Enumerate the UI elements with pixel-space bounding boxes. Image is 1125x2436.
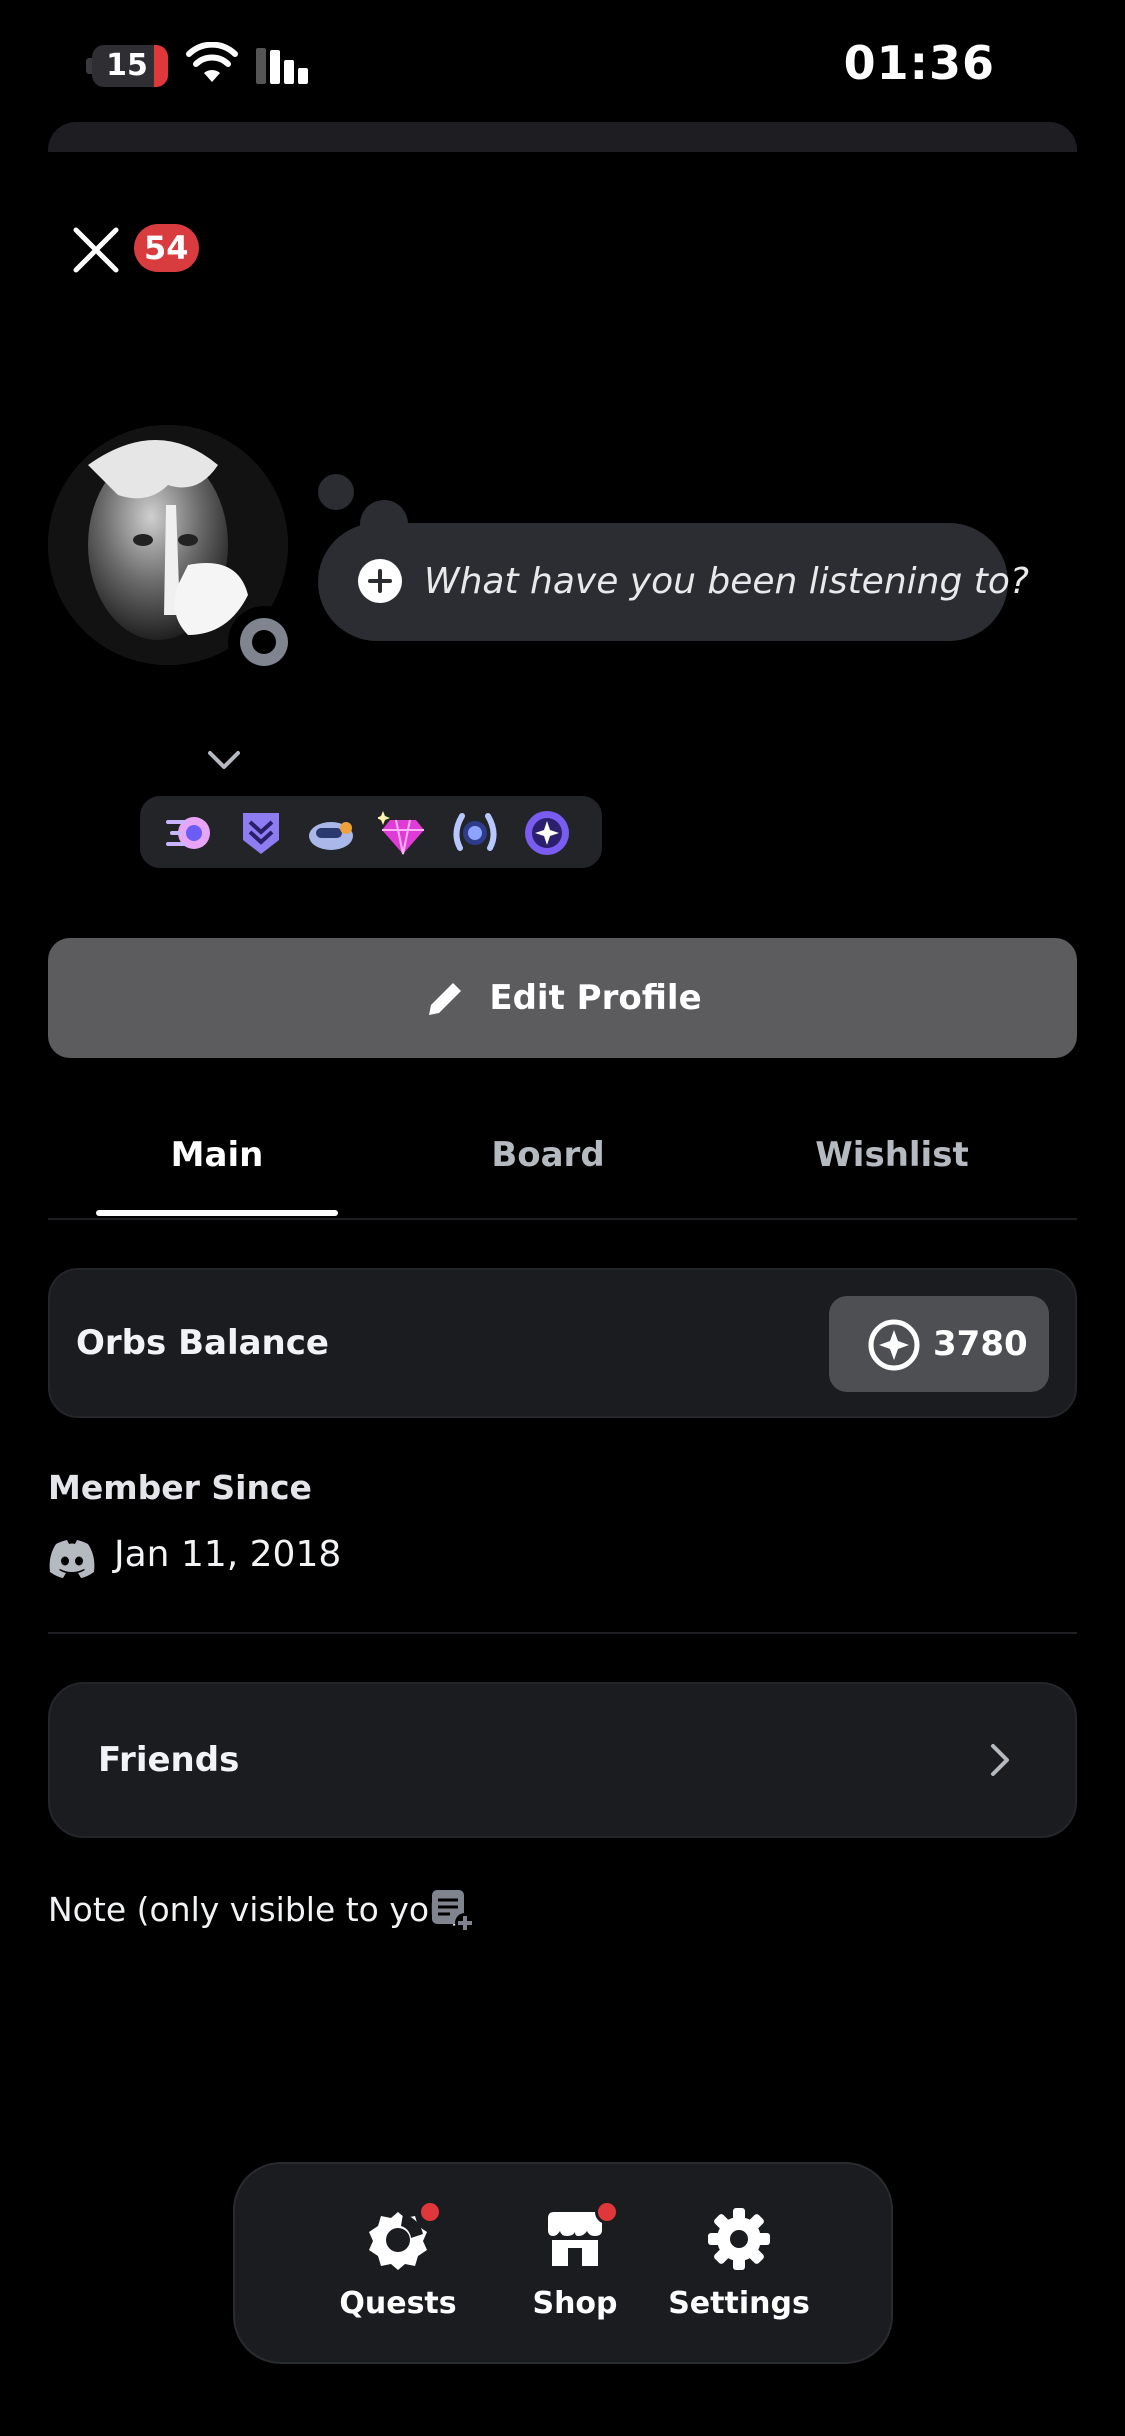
tabs-divider bbox=[48, 1218, 1077, 1220]
chevron-down-icon[interactable] bbox=[204, 745, 244, 775]
note-label: Note (only visible to you) bbox=[48, 1890, 463, 1929]
nitro-badge-icon[interactable] bbox=[164, 808, 214, 858]
orbs-balance-pill[interactable]: 3780 bbox=[829, 1296, 1049, 1392]
status-bar: 15 01:36 bbox=[0, 0, 1125, 130]
battery-level: 15 bbox=[106, 48, 148, 83]
orbs-balance-value: 3780 bbox=[933, 1324, 1028, 1364]
gear-icon bbox=[708, 2208, 770, 2270]
orb-icon bbox=[868, 1319, 920, 1371]
nav-shop-label: Shop bbox=[532, 2286, 618, 2321]
nav-quests-label: Quests bbox=[339, 2286, 457, 2321]
orbs-balance-card[interactable]: Orbs Balance 3780 bbox=[48, 1268, 1077, 1418]
nav-shop[interactable]: Shop bbox=[495, 2164, 655, 2362]
edit-profile-button[interactable]: Edit Profile bbox=[48, 938, 1077, 1058]
member-since-label: Member Since bbox=[48, 1468, 312, 1507]
profile-badges bbox=[140, 796, 602, 868]
custom-status-bubble[interactable]: What have you been listening to? bbox=[318, 523, 1029, 641]
tab-wishlist[interactable]: Wishlist bbox=[782, 1100, 1002, 1210]
member-since-date: Jan 11, 2018 bbox=[114, 1534, 342, 1575]
friends-row[interactable]: Friends bbox=[48, 1682, 1077, 1838]
tab-board[interactable]: Board bbox=[448, 1100, 648, 1210]
add-status-icon bbox=[358, 559, 402, 603]
bottom-navigation: Quests Shop Settings bbox=[233, 2162, 893, 2364]
laurel-badge-icon[interactable] bbox=[450, 808, 500, 858]
shop-notification-dot bbox=[595, 2200, 619, 2224]
pencil-icon bbox=[429, 978, 466, 1015]
quests-notification-dot bbox=[418, 2200, 442, 2224]
nav-settings[interactable]: Settings bbox=[659, 2164, 819, 2362]
orbs-balance-label: Orbs Balance bbox=[76, 1323, 329, 1363]
section-divider bbox=[48, 1632, 1077, 1634]
quest-badge-icon[interactable] bbox=[306, 808, 356, 858]
close-icon[interactable] bbox=[68, 222, 124, 278]
chevron-right-icon bbox=[991, 1744, 1009, 1776]
friends-label: Friends bbox=[98, 1740, 240, 1780]
discord-logo-icon bbox=[49, 1540, 95, 1578]
edit-profile-label: Edit Profile bbox=[489, 978, 702, 1018]
nav-quests[interactable]: Quests bbox=[318, 2164, 478, 2362]
cellular-signal-icon bbox=[256, 48, 316, 84]
wifi-icon bbox=[186, 42, 238, 82]
hypesquad-badge-icon[interactable] bbox=[236, 808, 286, 858]
battery-icon: 15 bbox=[86, 45, 168, 87]
profile-page: 15 01:36 54 What have you been listening… bbox=[0, 0, 1125, 2436]
notification-count-badge: 54 bbox=[134, 224, 199, 272]
active-tab-indicator bbox=[96, 1210, 338, 1216]
nav-settings-label: Settings bbox=[668, 2286, 810, 2321]
nitro-gem-badge-icon[interactable] bbox=[378, 808, 428, 858]
thought-bubble-dot bbox=[318, 474, 354, 510]
tab-main[interactable]: Main bbox=[96, 1100, 338, 1210]
orbs-badge-icon[interactable] bbox=[522, 808, 572, 858]
status-indicator bbox=[228, 606, 300, 678]
add-note-icon[interactable] bbox=[428, 1886, 476, 1934]
status-time: 01:36 bbox=[843, 36, 995, 90]
profile-tabs: Main Board Wishlist bbox=[48, 1100, 1077, 1220]
custom-status-placeholder: What have you been listening to? bbox=[424, 561, 1030, 602]
